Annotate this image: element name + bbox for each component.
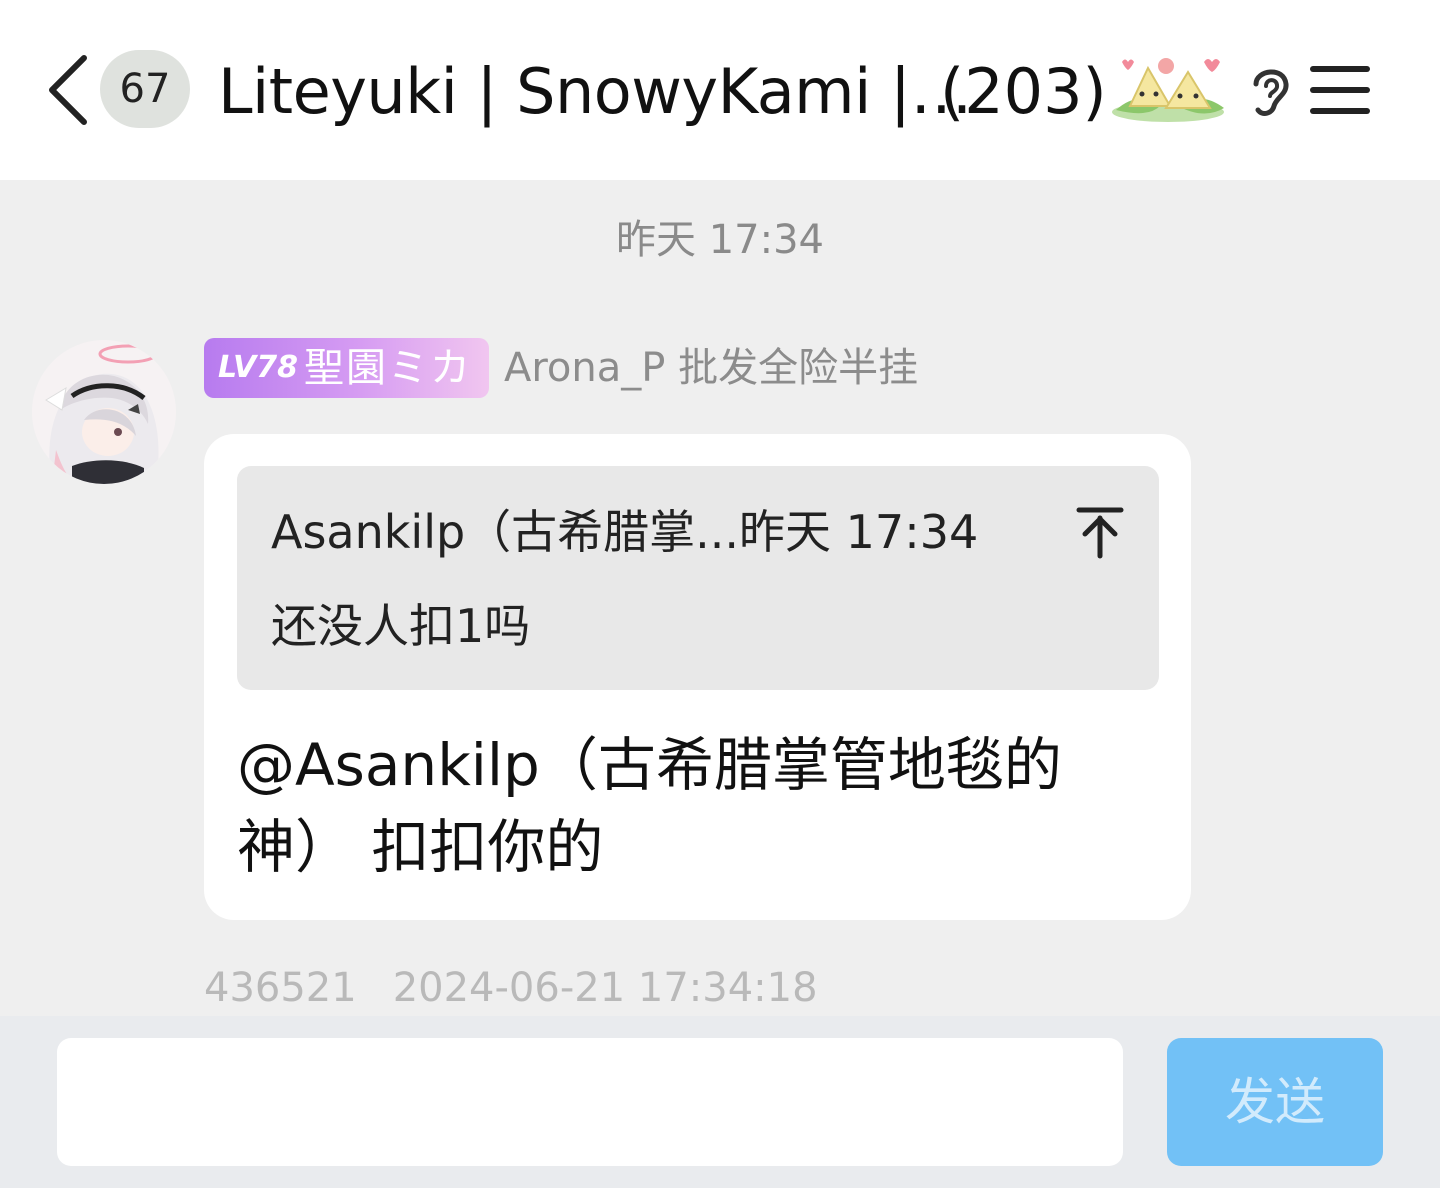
level-number: LV78	[218, 350, 298, 385]
time-divider: 昨天 17:34	[616, 217, 824, 263]
ear-icon[interactable]	[1244, 62, 1296, 120]
input-bar: 发送	[0, 1016, 1440, 1188]
message-input[interactable]	[57, 1038, 1123, 1166]
quoted-message-text: 还没人扣1吗	[271, 599, 531, 653]
message-timestamp: 2024-06-21 17:34:18	[392, 965, 818, 1011]
send-button[interactable]: 发送	[1167, 1038, 1383, 1166]
back-icon[interactable]	[40, 52, 96, 128]
group-name: Liteyuki | SnowyKami |…	[218, 55, 972, 128]
member-count: (203)	[940, 55, 1107, 128]
avatar[interactable]	[32, 340, 176, 484]
message-meta: 436521 2024-06-21 17:34:18	[204, 962, 818, 1014]
sender-name[interactable]: Arona_P 批发全险半挂	[504, 340, 918, 396]
message-text: @Asankilp（古希腊掌管地毯的神） 扣扣你的	[237, 731, 1062, 881]
level-badge[interactable]: LV78 聖園ミカ	[204, 338, 489, 398]
level-title: 聖園ミカ	[304, 345, 472, 391]
avatar-image	[32, 340, 176, 484]
quoted-message-header: Asankilp（古希腊掌...昨天 17:34	[271, 505, 979, 559]
chat-header: 67 Liteyuki | SnowyKami |… (203)	[0, 0, 1440, 180]
quoted-message[interactable]: Asankilp（古希腊掌...昨天 17:34 还没人扣1吗	[237, 466, 1159, 690]
jump-to-original-icon[interactable]	[1075, 504, 1125, 560]
message-bubble[interactable]: Asankilp（古希腊掌...昨天 17:34 还没人扣1吗 @Asankil…	[204, 434, 1191, 920]
message-id: 436521	[204, 965, 357, 1011]
mascot-icon[interactable]	[1108, 50, 1230, 128]
unread-count-badge[interactable]: 67	[100, 50, 190, 128]
menu-icon[interactable]	[1308, 62, 1372, 118]
